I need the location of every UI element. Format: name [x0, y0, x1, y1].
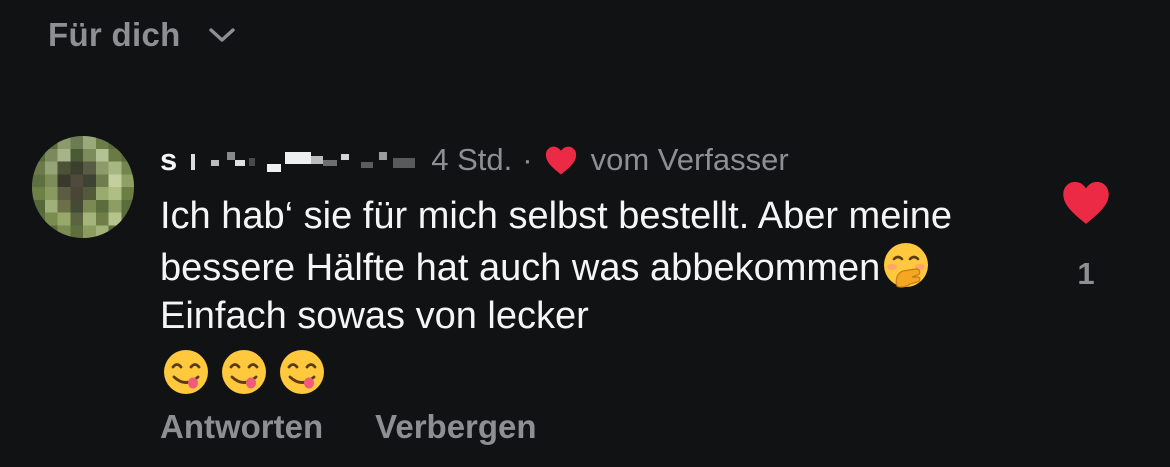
comment-text-part-2: Einfach sowas von lecker: [160, 295, 589, 337]
username-initial: s: [160, 142, 178, 177]
username[interactable]: s: [160, 142, 419, 178]
face-savoring-food-emoji: [280, 350, 324, 394]
comment-actions: Antworten Verbergen: [160, 408, 537, 446]
face-with-hand-over-mouth-emoji: [884, 243, 929, 288]
feed-filter-dropdown[interactable]: Für dich: [48, 14, 237, 56]
comment-emoji-row: [160, 346, 1020, 400]
reply-button[interactable]: Antworten: [160, 408, 323, 446]
comment-text-part-1: Ich hab‘ sie für mich selbst bestellt. A…: [160, 195, 953, 289]
username-redacted: [191, 152, 416, 172]
like-control: 1: [1056, 178, 1116, 292]
like-count: 1: [1077, 256, 1095, 291]
comment: s 4 Std. · vom Verfasser Ich hab‘ sie fü…: [160, 138, 1020, 400]
timestamp: 4 Std.: [431, 142, 513, 177]
face-savoring-food-emoji: [164, 350, 208, 394]
comment-meta: s 4 Std. · vom Verfasser: [160, 138, 1020, 182]
meta-separator: ·: [522, 142, 533, 177]
heart-icon[interactable]: [1059, 178, 1113, 226]
hide-button[interactable]: Verbergen: [375, 408, 536, 446]
avatar[interactable]: [32, 136, 134, 238]
author-like-label: vom Verfasser: [590, 142, 789, 177]
comment-text: Ich hab‘ sie für mich selbst bestellt. A…: [160, 192, 1000, 340]
author-heart-icon: [545, 146, 576, 175]
face-savoring-food-emoji: [222, 350, 266, 394]
chevron-down-icon: [208, 28, 235, 42]
avatar-image: [32, 136, 134, 238]
feed-filter-label: Für dich: [48, 16, 181, 53]
